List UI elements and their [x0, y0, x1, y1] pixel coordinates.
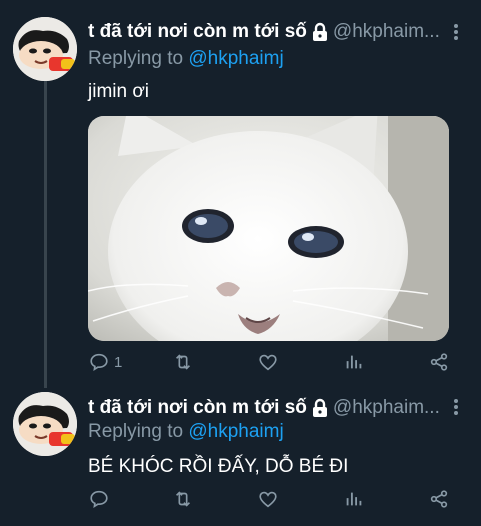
tweet[interactable]: t đã tới nơi còn m tới số @hkphaim... Re… [0, 384, 481, 526]
avatar[interactable] [13, 392, 77, 456]
stats-icon [346, 492, 362, 506]
crying-cat-image [88, 116, 449, 341]
lock-icon [312, 22, 327, 41]
reply-button[interactable]: 1 [88, 349, 122, 375]
reply-icon [90, 490, 108, 509]
stats-icon [346, 355, 362, 369]
avatar[interactable] [13, 17, 77, 81]
replying-to: Replying to @hkphaimj [88, 48, 284, 70]
like-icon [259, 354, 277, 371]
lock-icon [312, 398, 327, 417]
share-icon [430, 353, 448, 371]
reply-icon [90, 353, 108, 372]
display-name[interactable]: t đã tới nơi còn m tới số [88, 397, 307, 419]
share-button[interactable] [428, 349, 450, 375]
replying-to-mention[interactable]: @hkphaimj [188, 48, 283, 69]
tweet-text: jimin ơi [88, 81, 150, 102]
replying-to-label: Replying to [88, 421, 189, 442]
replying-to-mention[interactable]: @hkphaimj [188, 421, 283, 442]
like-icon [259, 491, 277, 508]
replying-to-label: Replying to [88, 48, 189, 69]
retweet-icon [175, 354, 191, 370]
display-name[interactable]: t đã tới nơi còn m tới số [88, 21, 307, 43]
share-icon [430, 490, 448, 508]
tweet-actions: 1 [88, 349, 460, 375]
avatar-cartoon-image [13, 392, 77, 456]
retweet-button[interactable] [172, 486, 194, 512]
like-button[interactable] [257, 486, 279, 512]
replying-to: Replying to @hkphaimj [88, 421, 284, 443]
stats-button[interactable] [343, 349, 365, 375]
retweet-button[interactable] [172, 349, 194, 375]
retweet-icon [175, 491, 191, 507]
tweet-header: t đã tới nơi còn m tới số @hkphaim... [88, 395, 460, 421]
tweet-actions [88, 486, 460, 512]
handle[interactable]: @hkphaim... [333, 397, 440, 419]
reply-count: 1 [114, 353, 123, 371]
tweet-header: t đã tới nơi còn m tới số @hkphaim... [88, 19, 460, 45]
tweet-media-crying-cat[interactable] [88, 116, 449, 341]
more-icon[interactable] [453, 398, 459, 416]
avatar-cartoon-image [13, 17, 77, 81]
stats-button[interactable] [343, 486, 365, 512]
like-button[interactable] [257, 349, 279, 375]
handle[interactable]: @hkphaim... [333, 21, 440, 43]
reply-button[interactable] [88, 486, 114, 512]
tweet[interactable]: t đã tới nơi còn m tới số @hkphaim... Re… [0, 0, 481, 380]
share-button[interactable] [428, 486, 450, 512]
tweet-text: BÉ KHÓC RỒI ĐẤY, DỖ BÉ ĐI [88, 456, 349, 477]
more-icon[interactable] [453, 23, 459, 41]
